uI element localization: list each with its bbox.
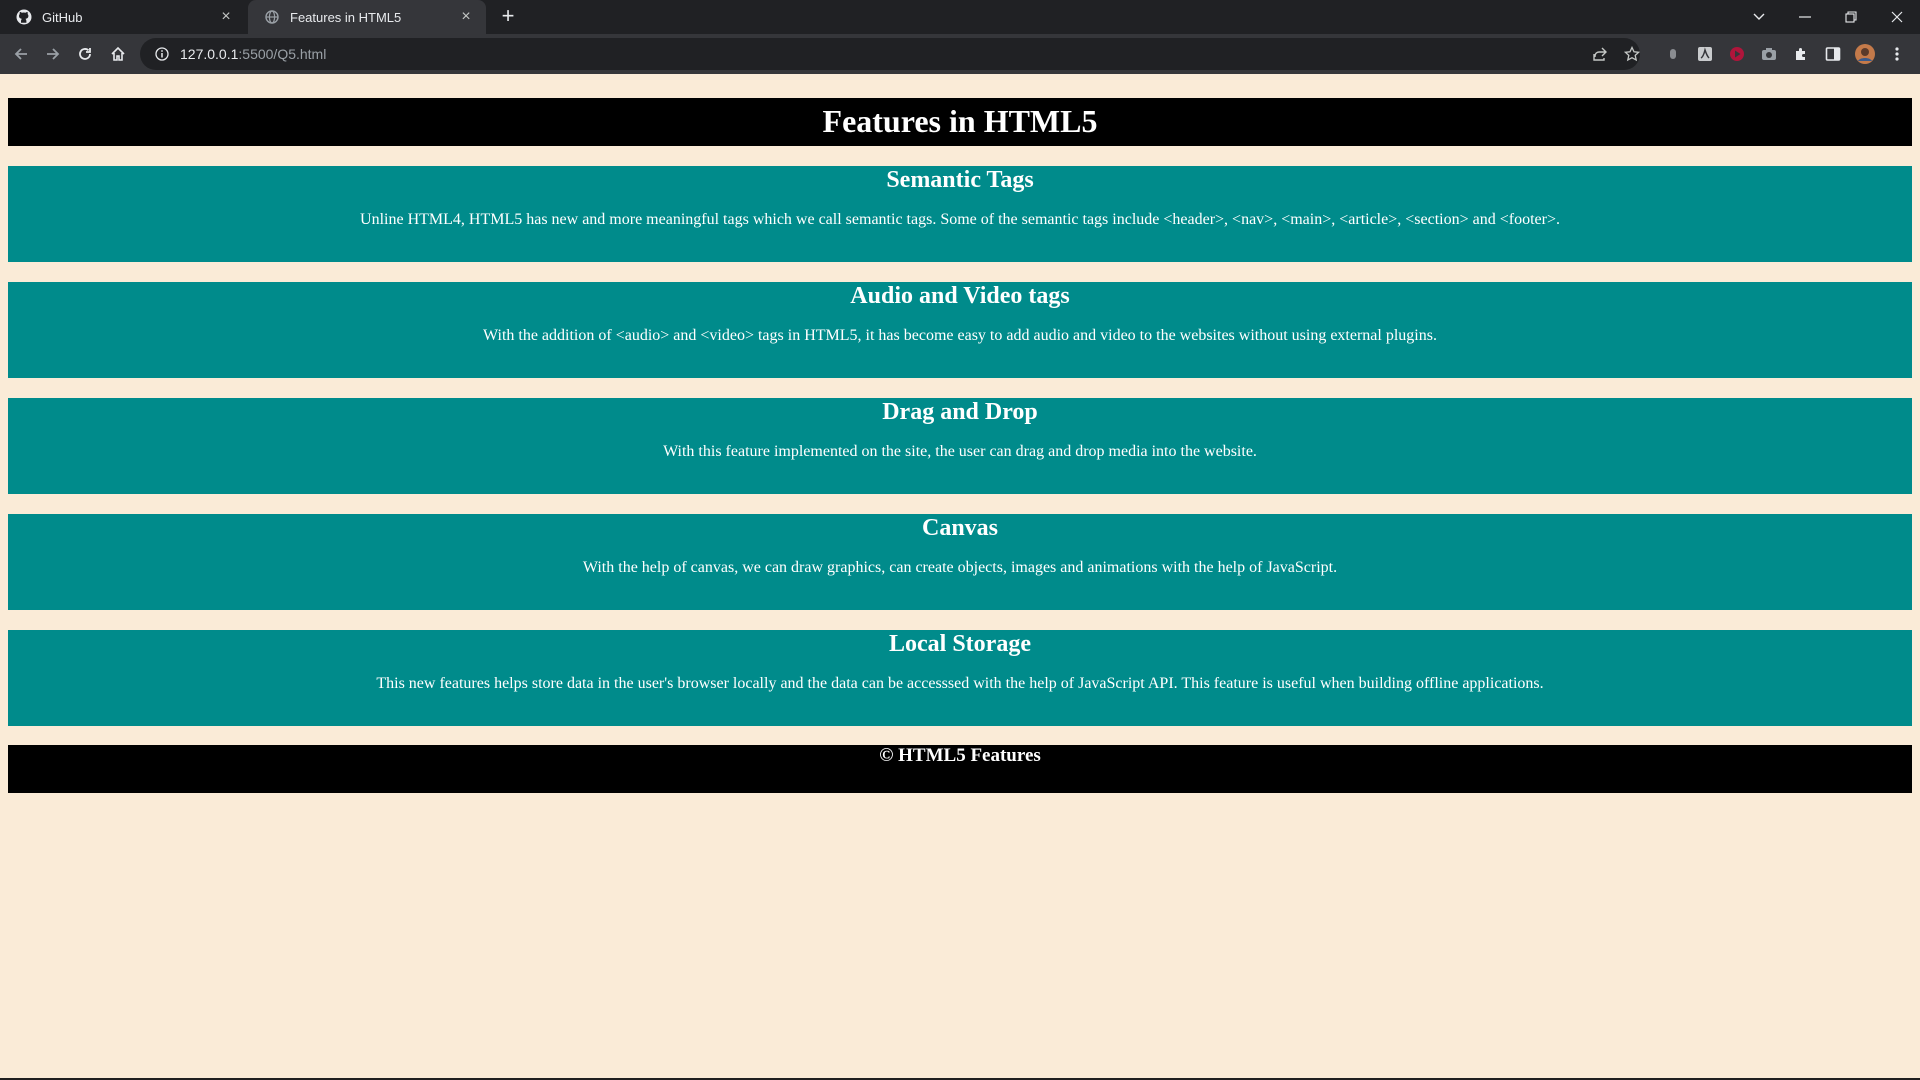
- side-panel-icon[interactable]: [1823, 44, 1843, 64]
- tab-github[interactable]: GitHub ×: [0, 0, 246, 34]
- close-window-button[interactable]: [1874, 0, 1920, 34]
- tab-title: GitHub: [42, 9, 83, 25]
- section-heading: Drag and Drop: [882, 399, 1038, 425]
- section-text: This new features helps store data in th…: [376, 675, 1544, 692]
- page-title: Features in HTML5: [822, 103, 1098, 139]
- section-text: Unline HTML4, HTML5 has new and more mea…: [360, 211, 1560, 228]
- section-heading: Local Storage: [889, 631, 1031, 657]
- page-header: Features in HTML5: [8, 98, 1912, 146]
- extension-camera-icon[interactable]: [1759, 44, 1779, 64]
- tab-features-in-html5[interactable]: Features in HTML5 ×: [248, 0, 486, 34]
- close-tab-icon[interactable]: ×: [218, 9, 234, 25]
- browser-chrome: GitHub × Features in HTML5 × + 127.0.0.1…: [0, 0, 1920, 74]
- section-heading: Canvas: [921, 515, 999, 541]
- extensions-puzzle-icon[interactable]: [1791, 44, 1811, 64]
- bookmark-star-icon[interactable]: [1622, 46, 1642, 62]
- address-bar[interactable]: 127.0.0.1:5500/Q5.html: [140, 38, 1640, 70]
- more-menu-icon[interactable]: [1887, 44, 1907, 64]
- tab-search-icon[interactable]: [1736, 0, 1782, 34]
- extension-recorder-icon[interactable]: [1727, 44, 1747, 64]
- section-heading: Semantic Tags: [886, 167, 1034, 193]
- minimize-button[interactable]: [1782, 0, 1828, 34]
- site-info-icon[interactable]: [154, 46, 170, 62]
- forward-icon[interactable]: [41, 42, 65, 66]
- page-footer: © HTML5 Features: [8, 745, 1912, 793]
- section-heading: Audio and Video tags: [850, 283, 1070, 309]
- section-canvas: Canvas With the help of canvas, we can d…: [8, 514, 1912, 610]
- section-semantic-tags: Semantic Tags Unline HTML4, HTML5 has ne…: [8, 166, 1912, 262]
- url-host: 127.0.0.1: [180, 46, 239, 62]
- share-icon[interactable]: [1590, 46, 1610, 62]
- profile-avatar[interactable]: [1855, 44, 1875, 64]
- extension-dark-reader-icon[interactable]: [1695, 44, 1715, 64]
- section-text: With the addition of <audio> and <video>…: [483, 327, 1437, 344]
- new-tab-button[interactable]: +: [496, 5, 520, 29]
- restore-button[interactable]: [1828, 0, 1874, 34]
- reload-icon[interactable]: [73, 42, 97, 66]
- github-icon: [16, 9, 32, 25]
- browser-toolbar: 127.0.0.1:5500/Q5.html: [0, 34, 1920, 74]
- tab-title: Features in HTML5: [290, 9, 402, 25]
- globe-icon: [264, 9, 280, 25]
- section-text: With the help of canvas, we can draw gra…: [582, 559, 1338, 576]
- footer-text: © HTML5 Features: [879, 745, 1041, 766]
- extension-dot-icon[interactable]: [1663, 44, 1683, 64]
- close-tab-icon[interactable]: ×: [458, 9, 474, 25]
- home-icon[interactable]: [106, 42, 130, 66]
- section-audio-video: Audio and Video tags With the addition o…: [8, 282, 1912, 378]
- section-local-storage: Local Storage This new features helps st…: [8, 630, 1912, 726]
- section-text: With this feature implemented on the sit…: [663, 443, 1257, 460]
- section-drag-and-drop: Drag and Drop With this feature implemen…: [8, 398, 1912, 494]
- url-path: :5500/Q5.html: [238, 46, 327, 62]
- back-icon[interactable]: [9, 42, 33, 66]
- tab-strip: GitHub × Features in HTML5 × +: [0, 0, 1920, 34]
